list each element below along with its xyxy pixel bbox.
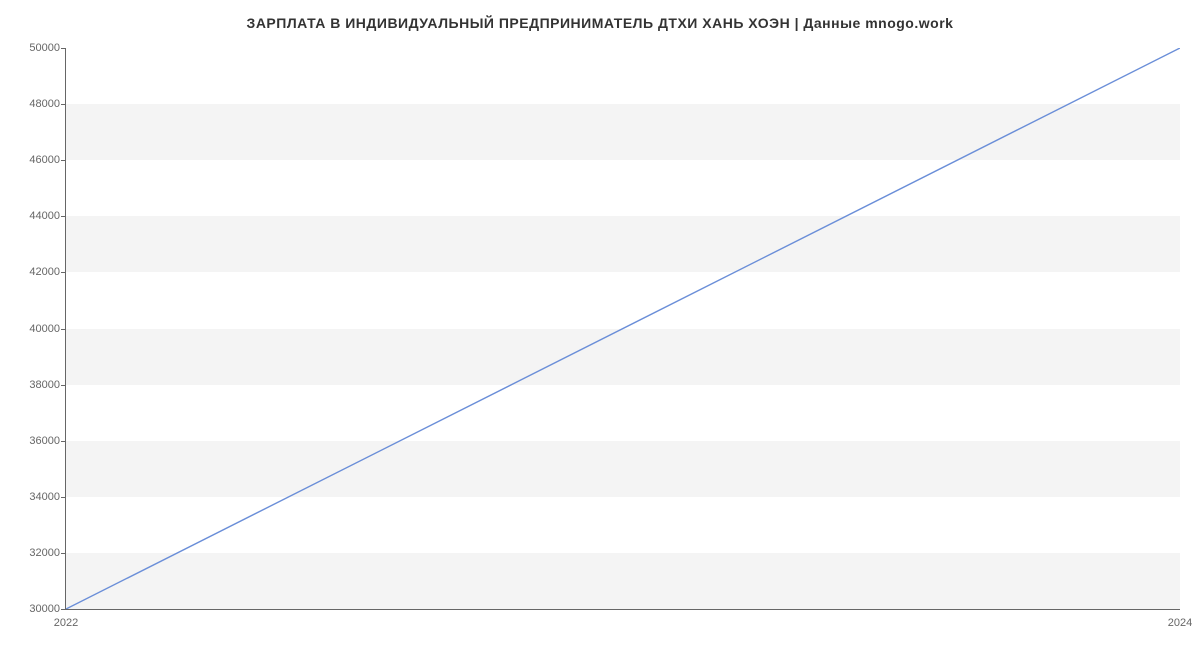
y-tick-mark <box>61 553 66 554</box>
y-tick-label: 48000 <box>29 98 60 110</box>
y-tick-mark <box>61 104 66 105</box>
y-tick-mark <box>61 160 66 161</box>
x-tick-label: 2022 <box>54 617 78 629</box>
y-tick-mark <box>61 272 66 273</box>
y-tick-label: 30000 <box>29 603 60 615</box>
x-tick-label: 2024 <box>1168 617 1192 629</box>
y-tick-mark <box>61 497 66 498</box>
chart-title: ЗАРПЛАТА В ИНДИВИДУАЛЬНЫЙ ПРЕДПРИНИМАТЕЛ… <box>0 0 1200 41</box>
y-tick-mark <box>61 329 66 330</box>
y-tick-mark <box>61 48 66 49</box>
y-tick-label: 32000 <box>29 547 60 559</box>
y-tick-mark <box>61 441 66 442</box>
y-tick-label: 44000 <box>29 210 60 222</box>
y-tick-label: 46000 <box>29 154 60 166</box>
y-tick-label: 38000 <box>29 379 60 391</box>
y-tick-label: 34000 <box>29 491 60 503</box>
y-tick-mark <box>61 216 66 217</box>
chart-container: ЗАРПЛАТА В ИНДИВИДУАЛЬНЫЙ ПРЕДПРИНИМАТЕЛ… <box>0 0 1200 650</box>
y-tick-label: 42000 <box>29 266 60 278</box>
data-line <box>66 48 1180 609</box>
y-tick-label: 40000 <box>29 323 60 335</box>
y-tick-mark <box>61 609 66 610</box>
y-tick-mark <box>61 385 66 386</box>
plot-area: 3000032000340003600038000400004200044000… <box>65 48 1180 610</box>
y-tick-label: 36000 <box>29 435 60 447</box>
y-tick-label: 50000 <box>29 42 60 54</box>
